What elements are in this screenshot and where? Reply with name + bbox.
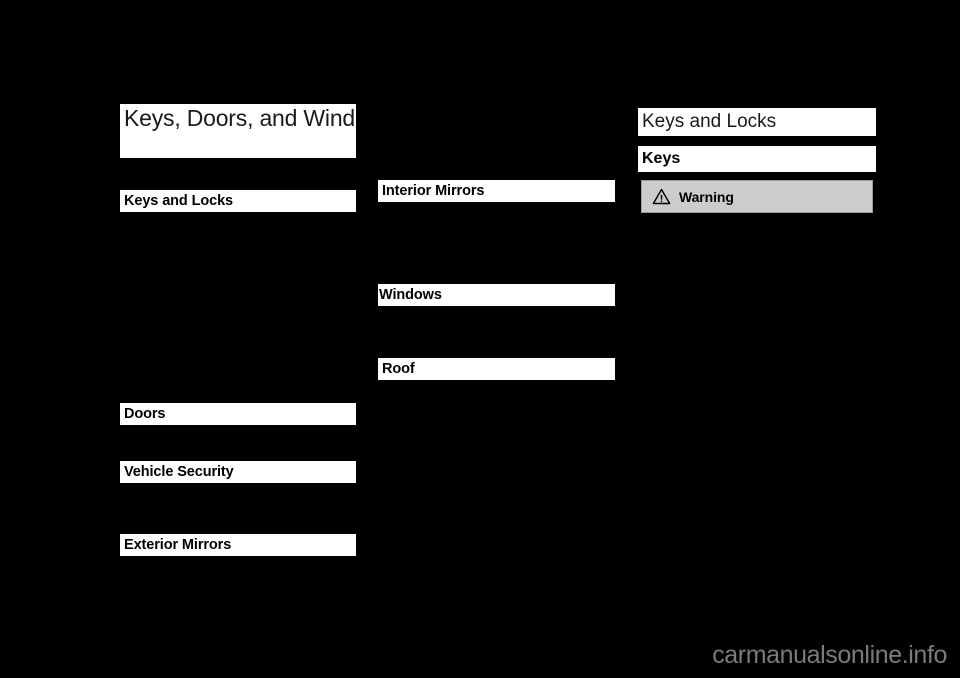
toc-heading-doors[interactable]: Doors [120, 403, 356, 425]
toc-heading-vehicle-security[interactable]: Vehicle Security [120, 461, 356, 483]
running-head: Keys and Locks [638, 108, 876, 136]
section-heading-keys: Keys [638, 146, 876, 172]
warning-triangle-icon [652, 188, 671, 205]
toc-heading-exterior-mirrors[interactable]: Exterior Mirrors [120, 534, 356, 556]
toc-heading-windows[interactable]: Windows [378, 284, 615, 306]
chapter-title: Keys, Doors, and Windows [120, 104, 356, 158]
warning-label: Warning [679, 188, 734, 205]
toc-heading-interior-mirrors[interactable]: Interior Mirrors [378, 180, 615, 202]
toc-heading-roof[interactable]: Roof [378, 358, 615, 380]
toc-heading-keys-and-locks[interactable]: Keys and Locks [120, 190, 356, 212]
site-watermark: carmanualsonline.info [712, 641, 947, 669]
warning-callout: Warning [641, 180, 873, 213]
manual-page: Keys, Doors, and Windows Keys and Locks … [0, 0, 960, 678]
